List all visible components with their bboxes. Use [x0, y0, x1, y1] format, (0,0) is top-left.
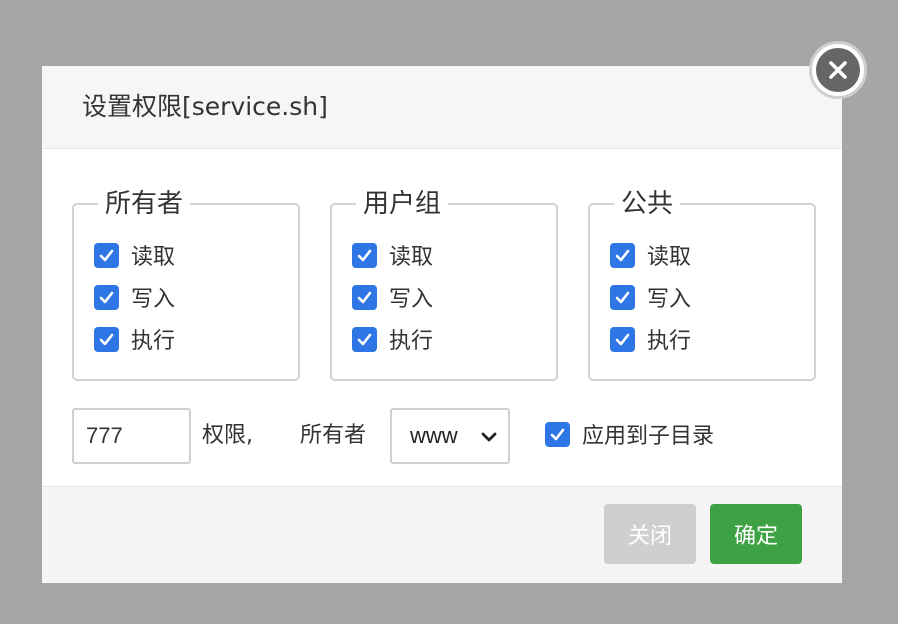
close-icon-circle: [816, 48, 860, 92]
dialog-header: 设置权限[service.sh]: [42, 66, 842, 149]
permission-row-owner-write[interactable]: 写入: [94, 276, 298, 318]
permission-row-group-write[interactable]: 写入: [352, 276, 556, 318]
checkmark-icon: [550, 428, 565, 440]
owner-read-checkbox[interactable]: [94, 242, 119, 268]
public-permission-group: 公共 读取 写入 执行: [588, 187, 816, 381]
group-read-label: 读取: [389, 245, 434, 270]
checkmark-icon: [357, 291, 372, 303]
group-read-checkbox[interactable]: [352, 242, 377, 268]
owner-execute-label: 执行: [131, 329, 176, 354]
group-legend-owner: 所有者: [105, 189, 184, 219]
permission-dialog: 设置权限[service.sh] 所有者 读取 写入 执行 用户组 读取 写入 …: [42, 66, 842, 583]
group-legend-public: 公共: [621, 189, 674, 219]
owner-select[interactable]: www: [390, 408, 510, 464]
dialog-footer: 关闭 确定: [42, 486, 842, 583]
permission-row-group-read[interactable]: 读取: [352, 234, 556, 276]
checkmark-icon: [99, 291, 114, 303]
group-write-label: 写入: [389, 287, 434, 312]
dialog-close-button[interactable]: [809, 41, 867, 99]
permission-row-owner-read[interactable]: 读取: [94, 234, 298, 276]
public-write-checkbox[interactable]: [610, 284, 635, 310]
public-read-checkbox[interactable]: [610, 242, 635, 268]
public-write-label: 写入: [647, 287, 692, 312]
owner-write-checkbox[interactable]: [94, 284, 119, 310]
checkmark-icon: [615, 291, 630, 303]
group-write-checkbox[interactable]: [352, 284, 377, 310]
owner-permission-group: 所有者 读取 写入 执行: [72, 187, 300, 381]
public-execute-checkbox[interactable]: [610, 326, 635, 352]
apply-subdir-label: 应用到子目录: [582, 424, 715, 449]
permission-row-public-execute[interactable]: 执行: [610, 318, 814, 360]
confirm-button[interactable]: 确定: [710, 504, 802, 564]
checkmark-icon: [357, 333, 372, 345]
group-legend-usergroup: 用户组: [363, 189, 442, 219]
permission-suffix-label: 权限,: [202, 423, 253, 448]
owner-select-value: www: [410, 423, 458, 448]
chevron-down-icon: [481, 432, 497, 442]
usergroup-permission-group: 用户组 读取 写入 执行: [330, 187, 558, 381]
checkmark-icon: [615, 333, 630, 345]
owner-label: 所有者: [300, 423, 367, 448]
checkmark-icon: [99, 333, 114, 345]
owner-read-label: 读取: [131, 245, 176, 270]
checkmark-icon: [357, 249, 372, 261]
apply-subdir-option[interactable]: 应用到子目录: [545, 418, 714, 450]
owner-write-label: 写入: [131, 287, 176, 312]
permission-row-owner-execute[interactable]: 执行: [94, 318, 298, 360]
group-execute-checkbox[interactable]: [352, 326, 377, 352]
apply-subdir-checkbox[interactable]: [545, 421, 570, 447]
permission-row-public-write[interactable]: 写入: [610, 276, 814, 318]
permission-value-input[interactable]: [72, 408, 191, 464]
dialog-title: 设置权限[service.sh]: [82, 92, 328, 121]
public-execute-label: 执行: [647, 329, 692, 354]
checkmark-icon: [615, 249, 630, 261]
close-icon: [829, 61, 847, 79]
group-execute-label: 执行: [389, 329, 434, 354]
permission-row-group-execute[interactable]: 执行: [352, 318, 556, 360]
close-button[interactable]: 关闭: [604, 504, 696, 564]
permission-row-public-read[interactable]: 读取: [610, 234, 814, 276]
checkmark-icon: [99, 249, 114, 261]
owner-execute-checkbox[interactable]: [94, 326, 119, 352]
public-read-label: 读取: [647, 245, 692, 270]
